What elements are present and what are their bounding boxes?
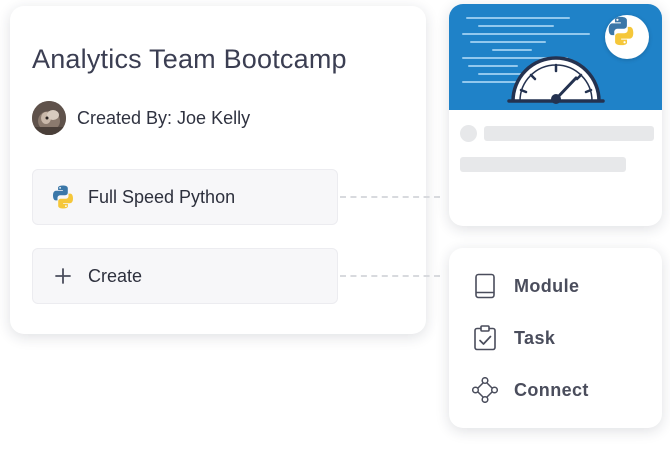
course-card: Analytics Team Bootcamp Created By: Joe …: [10, 6, 426, 334]
menu-item-task-label: Task: [514, 327, 556, 348]
create-connector-line: [340, 275, 440, 277]
menu-item-module-label: Module: [514, 275, 580, 296]
menu-item-connect-label: Connect: [514, 379, 589, 400]
course-title: Analytics Team Bootcamp: [32, 44, 347, 74]
clipboard-check-icon: [472, 325, 498, 351]
skeleton-line: [484, 126, 654, 141]
created-by-label: Created By: Joe Kelly: [77, 107, 251, 128]
create-label: Create: [88, 265, 143, 286]
menu-item-task[interactable]: Task: [449, 316, 662, 360]
menu-item-connect[interactable]: Connect: [449, 368, 662, 412]
create-menu: Module Task Connect: [449, 248, 662, 428]
python-module-label: Full Speed Python: [88, 186, 236, 207]
course-preview-card[interactable]: [449, 4, 662, 226]
python-logo-icon: [49, 183, 77, 211]
connect-nodes-icon: [472, 377, 498, 403]
create-button[interactable]: Create: [32, 248, 338, 304]
preview-banner: [449, 4, 662, 110]
python-badge: [605, 15, 649, 59]
menu-item-module[interactable]: Module: [449, 264, 662, 308]
avatar: [32, 101, 66, 135]
creator-row: Created By: Joe Kelly: [32, 100, 250, 136]
skeleton-line: [460, 157, 626, 172]
speedometer-icon: [507, 56, 605, 104]
python-logo-icon: [608, 16, 634, 46]
python-connector-line: [340, 196, 440, 198]
skeleton-avatar: [460, 125, 477, 142]
plus-icon: [49, 262, 77, 290]
python-module-item[interactable]: Full Speed Python: [32, 169, 338, 225]
book-icon: [472, 273, 498, 299]
